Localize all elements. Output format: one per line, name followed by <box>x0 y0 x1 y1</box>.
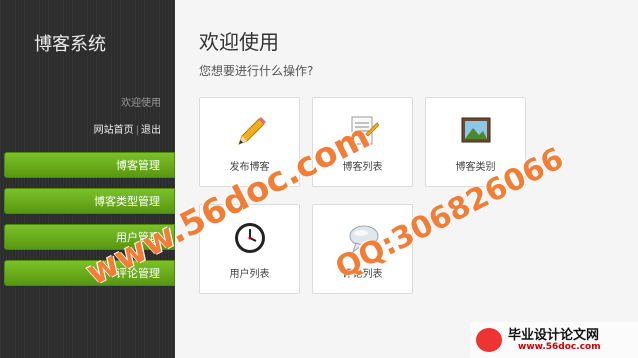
tile-label: 用户列表 <box>229 269 270 280</box>
link-separator: | <box>135 125 139 136</box>
brand-title: 博客系统 <box>34 34 106 55</box>
stamp-title: 毕业设计论文网 <box>508 328 600 343</box>
clock-icon <box>235 223 265 253</box>
pencil-icon <box>238 117 266 145</box>
page-subtitle: 您想要进行什么操作? <box>199 64 314 78</box>
sidebar: 博客系统 欢迎使用 网站首页 | 退出 博客管理 博客类型管理 用户管理 评论管理 <box>0 0 175 358</box>
stamp-logo-icon <box>476 328 502 352</box>
logout-link[interactable]: 退出 <box>141 125 161 136</box>
stamp-url: www.56doc.com <box>518 342 601 352</box>
top-links: 网站首页 | 退出 <box>94 121 161 136</box>
picture-icon <box>461 117 491 143</box>
sidebar-item-blog-management[interactable]: 博客管理 <box>4 152 175 178</box>
page-title: 欢迎使用 <box>199 30 279 54</box>
watermark-stamp: 毕业设计论文网 www.56doc.com <box>470 322 638 358</box>
welcome-text: 欢迎使用 <box>121 98 161 109</box>
home-link[interactable]: 网站首页 <box>94 125 134 136</box>
sidebar-item-blog-type-management[interactable]: 博客类型管理 <box>4 188 175 214</box>
